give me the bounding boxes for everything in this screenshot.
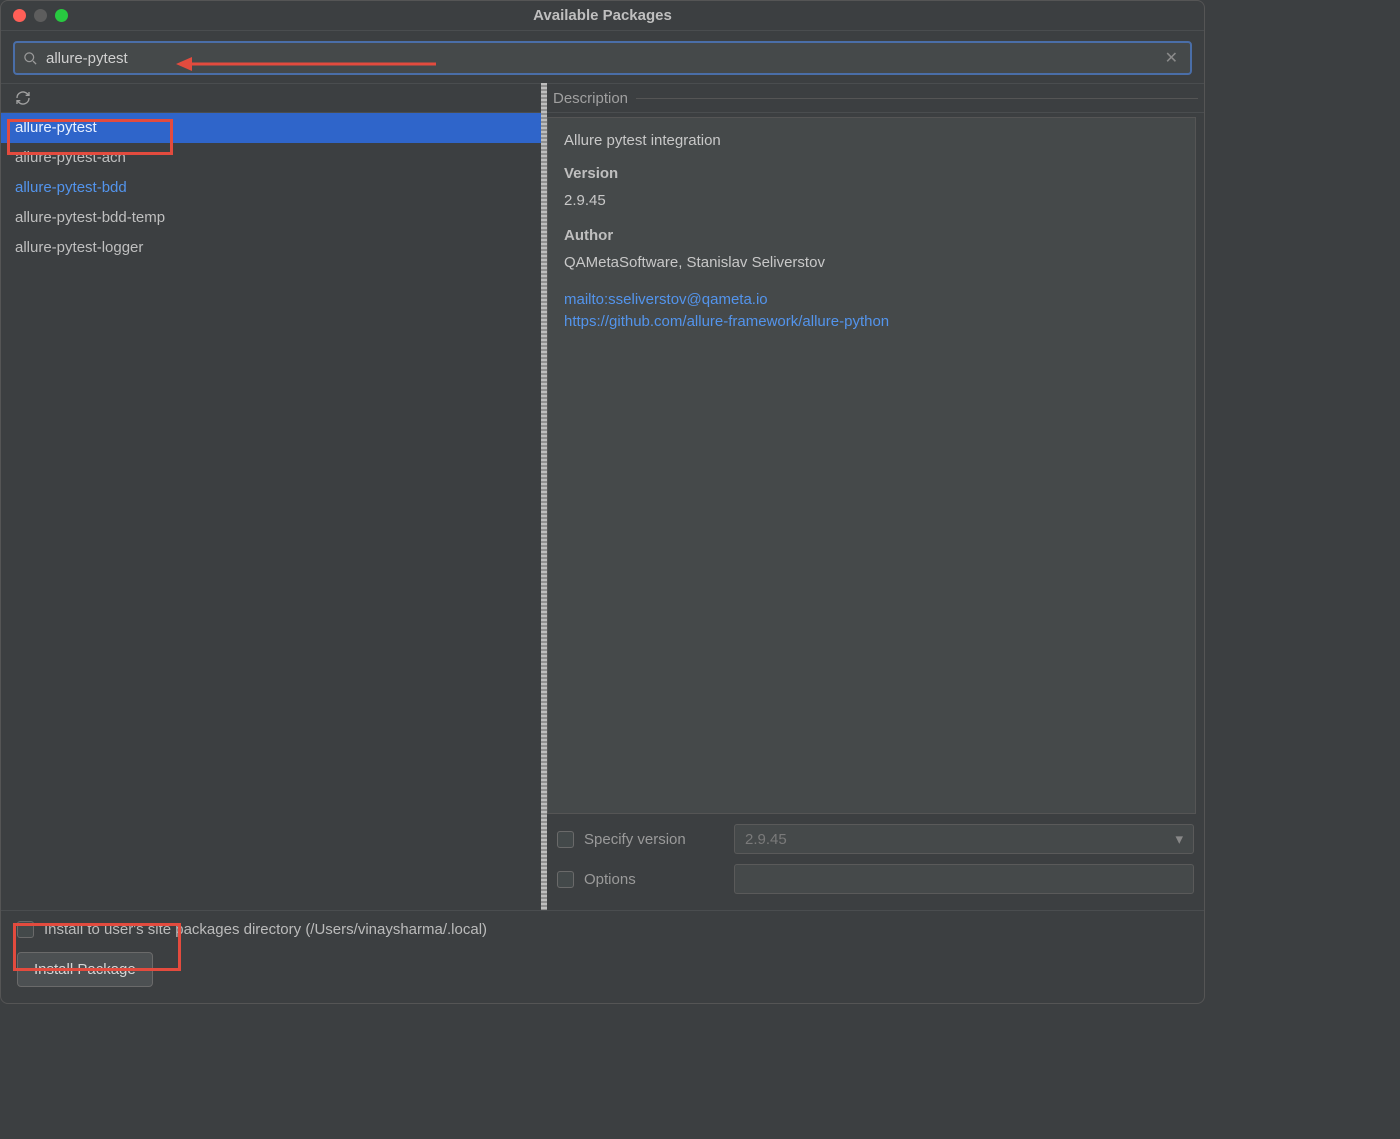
- titlebar: Available Packages: [1, 1, 1204, 31]
- available-packages-window: Available Packages ✕ allure-: [0, 0, 1205, 1004]
- options-row: Options: [557, 864, 1194, 894]
- specify-version-row: Specify version 2.9.45 ▾: [557, 824, 1194, 854]
- site-packages-row: Install to user's site packages director…: [17, 921, 1188, 938]
- refresh-row: [1, 83, 541, 113]
- install-package-button[interactable]: Install Package: [17, 952, 153, 987]
- specify-version-select[interactable]: 2.9.45 ▾: [734, 824, 1194, 854]
- footer: Install to user's site packages director…: [1, 910, 1204, 1003]
- author-label: Author: [564, 227, 1179, 244]
- package-list[interactable]: allure-pytestallure-pytest-acnallure-pyt…: [1, 113, 541, 910]
- package-list-pane: allure-pytestallure-pytest-acnallure-pyt…: [1, 83, 541, 910]
- search-box[interactable]: ✕: [13, 41, 1192, 75]
- specify-version-checkbox[interactable]: [557, 831, 574, 848]
- install-options: Specify version 2.9.45 ▾ Options: [547, 818, 1204, 910]
- author-value: QAMetaSoftware, Stanislav Seliverstov: [564, 254, 1179, 271]
- package-item[interactable]: allure-pytest-bdd: [1, 173, 541, 203]
- specify-version-value: 2.9.45: [745, 831, 787, 848]
- close-window-button[interactable]: [13, 9, 26, 22]
- search-icon: [23, 51, 38, 66]
- window-controls: [13, 9, 68, 22]
- version-label: Version: [564, 165, 1179, 182]
- package-item[interactable]: allure-pytest-logger: [1, 233, 541, 263]
- description-body: Allure pytest integration Version 2.9.45…: [547, 117, 1196, 814]
- specify-version-label: Specify version: [584, 831, 724, 848]
- maximize-window-button[interactable]: [55, 9, 68, 22]
- window-title: Available Packages: [533, 7, 672, 24]
- chevron-down-icon: ▾: [1175, 830, 1183, 848]
- package-link[interactable]: mailto:sseliverstov@qameta.io: [564, 289, 1179, 311]
- package-item[interactable]: allure-pytest-bdd-temp: [1, 203, 541, 233]
- description-header-label: Description: [553, 90, 628, 107]
- package-summary: Allure pytest integration: [564, 132, 1179, 149]
- version-value: 2.9.45: [564, 192, 1179, 209]
- minimize-window-button[interactable]: [34, 9, 47, 22]
- site-packages-label: Install to user's site packages director…: [44, 921, 487, 938]
- description-pane: Description Allure pytest integration Ve…: [547, 83, 1204, 910]
- description-header: Description: [547, 83, 1204, 113]
- search-row: ✕: [1, 31, 1204, 83]
- content-row: allure-pytestallure-pytest-acnallure-pyt…: [1, 83, 1204, 910]
- package-link[interactable]: https://github.com/allure-framework/allu…: [564, 311, 1179, 333]
- package-item[interactable]: allure-pytest: [1, 113, 541, 143]
- options-checkbox[interactable]: [557, 871, 574, 888]
- package-item[interactable]: allure-pytest-acn: [1, 143, 541, 173]
- search-input[interactable]: [46, 50, 1161, 67]
- clear-search-icon[interactable]: ✕: [1161, 48, 1182, 68]
- options-input[interactable]: [734, 864, 1194, 894]
- refresh-icon[interactable]: [15, 90, 31, 106]
- site-packages-checkbox[interactable]: [17, 921, 34, 938]
- options-label: Options: [584, 871, 724, 888]
- links-block: mailto:sseliverstov@qameta.iohttps://git…: [564, 289, 1179, 333]
- separator-line: [636, 98, 1198, 99]
